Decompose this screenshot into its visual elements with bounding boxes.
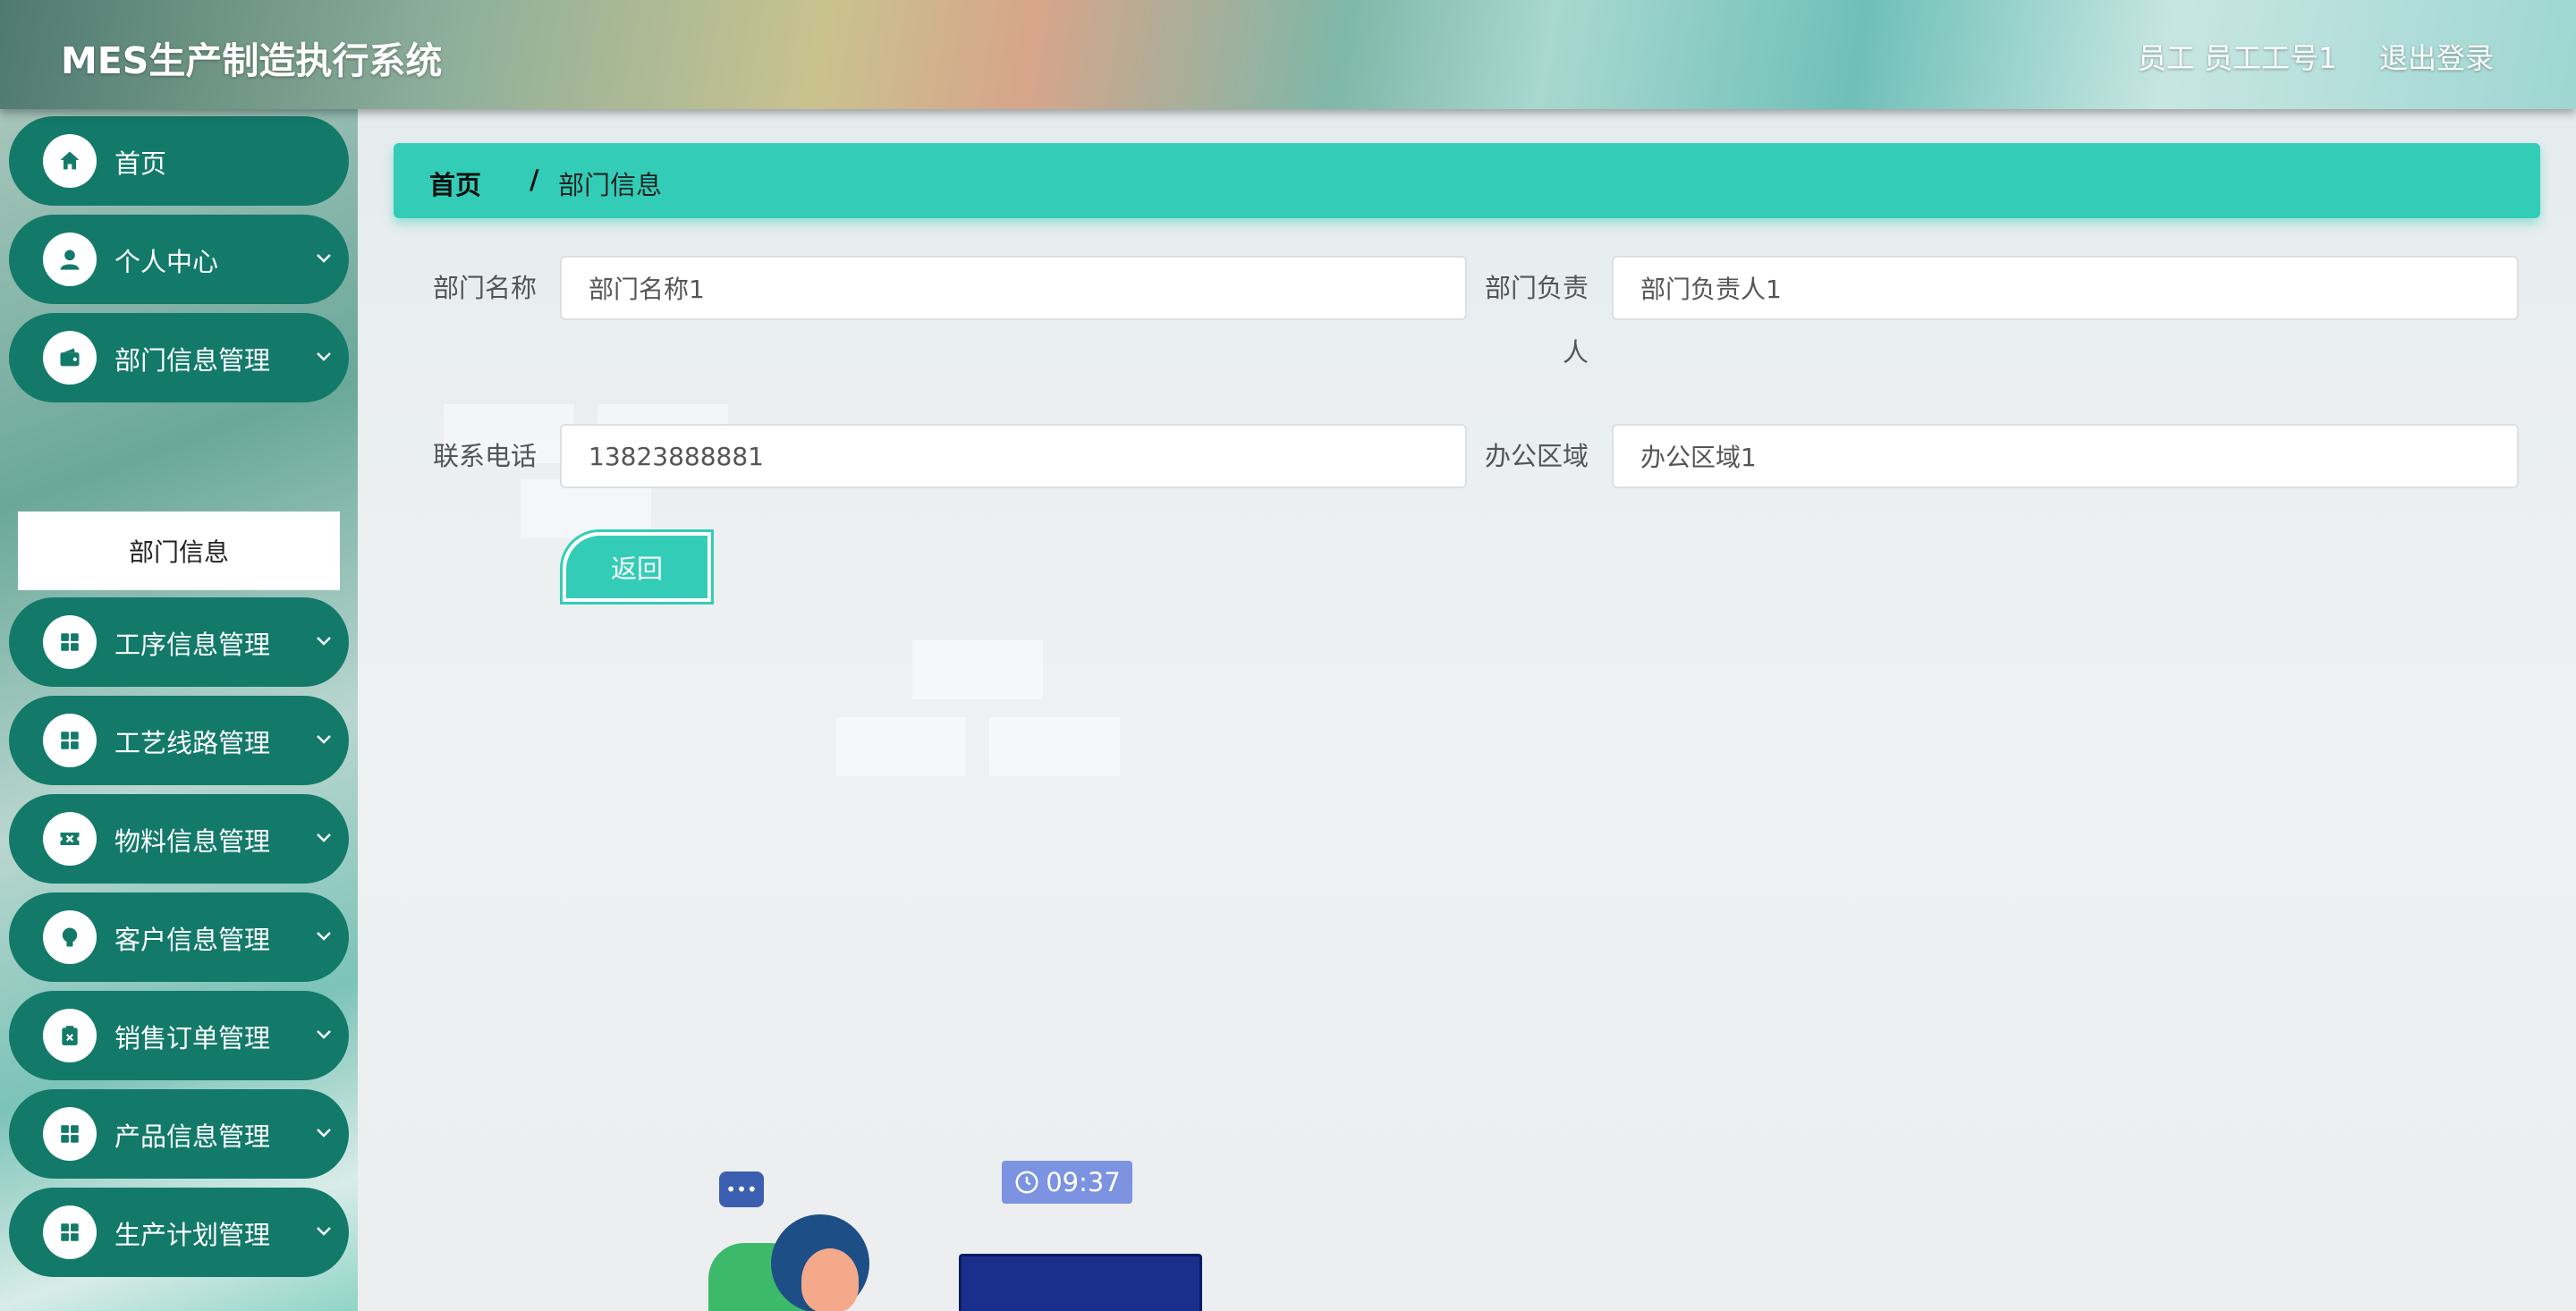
phone-field[interactable] [560,424,1467,488]
clock-time: 09:37 [1046,1167,1121,1197]
sidebar-item-label: 个人中心 [114,247,219,277]
sidebar-item-label: 部门信息管理 [114,345,271,376]
sidebar-item-home[interactable]: 首页 [9,116,349,206]
office-label: 办公区域 [1484,441,1589,471]
sidebar-item-label: 产品信息管理 [114,1121,271,1152]
user-icon [43,233,97,286]
app-title: MES生产制造执行系统 [61,39,443,82]
breadcrumb: 首页 / 部门信息 [394,143,2540,218]
chevron-down-icon [317,1030,331,1039]
grid-icon [43,1107,97,1161]
dept-head-field[interactable] [1612,256,2519,320]
chevron-down-icon [317,1129,331,1138]
main-content: 首页 / 部门信息 部门名称 部门负责人 联系电话 办公区域 返回 ••• 09… [358,109,2576,1311]
logout-link[interactable]: 退出登录 [2379,36,2494,77]
grid-icon [43,1205,97,1259]
phone-label: 联系电话 [432,441,537,471]
breadcrumb-current: 部门信息 [558,170,663,200]
sidebar-item-label: 客户信息管理 [114,925,271,955]
background-decoration [835,717,966,776]
background-decoration [912,640,1043,699]
sidebar-item-label: 工艺线路管理 [114,728,271,758]
sidebar-item-sales-order[interactable]: 销售订单管理 [9,991,349,1080]
background-decoration [989,717,1120,776]
current-user: 员工 员工工号1 [2138,41,2337,75]
chevron-down-icon [317,932,331,941]
grid-icon [43,615,97,669]
breadcrumb-separator: / [530,165,539,195]
chat-bubble-icon: ••• [719,1171,764,1207]
sidebar-item-production-plan[interactable]: 生产计划管理 [9,1188,349,1277]
chevron-down-icon [317,637,331,646]
sidebar: 首页 个人中心 部门信息管理 部门信息 工序信息管理 工艺线路管理 物料信息管理… [0,109,358,1311]
top-header: MES生产制造执行系统 员工 员工工号1 退出登录 [0,0,2576,109]
sidebar-item-department[interactable]: 部门信息管理 [9,313,349,402]
wallet-icon [43,331,97,385]
sidebar-item-label: 物料信息管理 [114,826,271,857]
chevron-down-icon [317,254,331,263]
sidebar-item-label: 工序信息管理 [114,630,271,660]
dept-head-label: 部门负责人 [1481,256,1589,385]
chevron-down-icon [317,735,331,744]
sidebar-item-label: 生产计划管理 [114,1220,271,1250]
clipboard-icon [43,1009,97,1062]
dept-head-label-text: 部门负责人 [1484,273,1589,368]
sidebar-item-customer[interactable]: 客户信息管理 [9,892,349,982]
sidebar-item-process[interactable]: 工序信息管理 [9,597,349,687]
back-button[interactable]: 返回 [560,529,714,605]
laptop-illustration [959,1254,1202,1311]
sidebar-item-label: 销售订单管理 [114,1023,271,1053]
office-field[interactable] [1612,424,2519,488]
dept-name-field[interactable] [560,256,1467,320]
sidebar-item-personal-center[interactable]: 个人中心 [9,215,349,304]
sidebar-item-product[interactable]: 产品信息管理 [9,1089,349,1179]
person-illustration-face [801,1248,859,1311]
chevron-down-icon [317,833,331,842]
dept-name-label: 部门名称 [432,273,537,303]
ticket-icon [43,812,97,866]
clock-badge: 09:37 [1002,1161,1132,1204]
clock-icon [1015,1171,1038,1194]
home-icon [43,134,97,188]
breadcrumb-home-link[interactable]: 首页 [429,165,481,202]
bulb-icon [43,910,97,964]
sidebar-item-route[interactable]: 工艺线路管理 [9,696,349,785]
chevron-down-icon [317,1227,331,1236]
back-button-label: 返回 [566,536,708,598]
sidebar-item-label: 首页 [114,148,167,179]
sidebar-subitem-department-info[interactable]: 部门信息 [18,512,340,590]
sidebar-item-material[interactable]: 物料信息管理 [9,794,349,884]
grid-icon [43,714,97,767]
chevron-down-icon [317,352,331,361]
